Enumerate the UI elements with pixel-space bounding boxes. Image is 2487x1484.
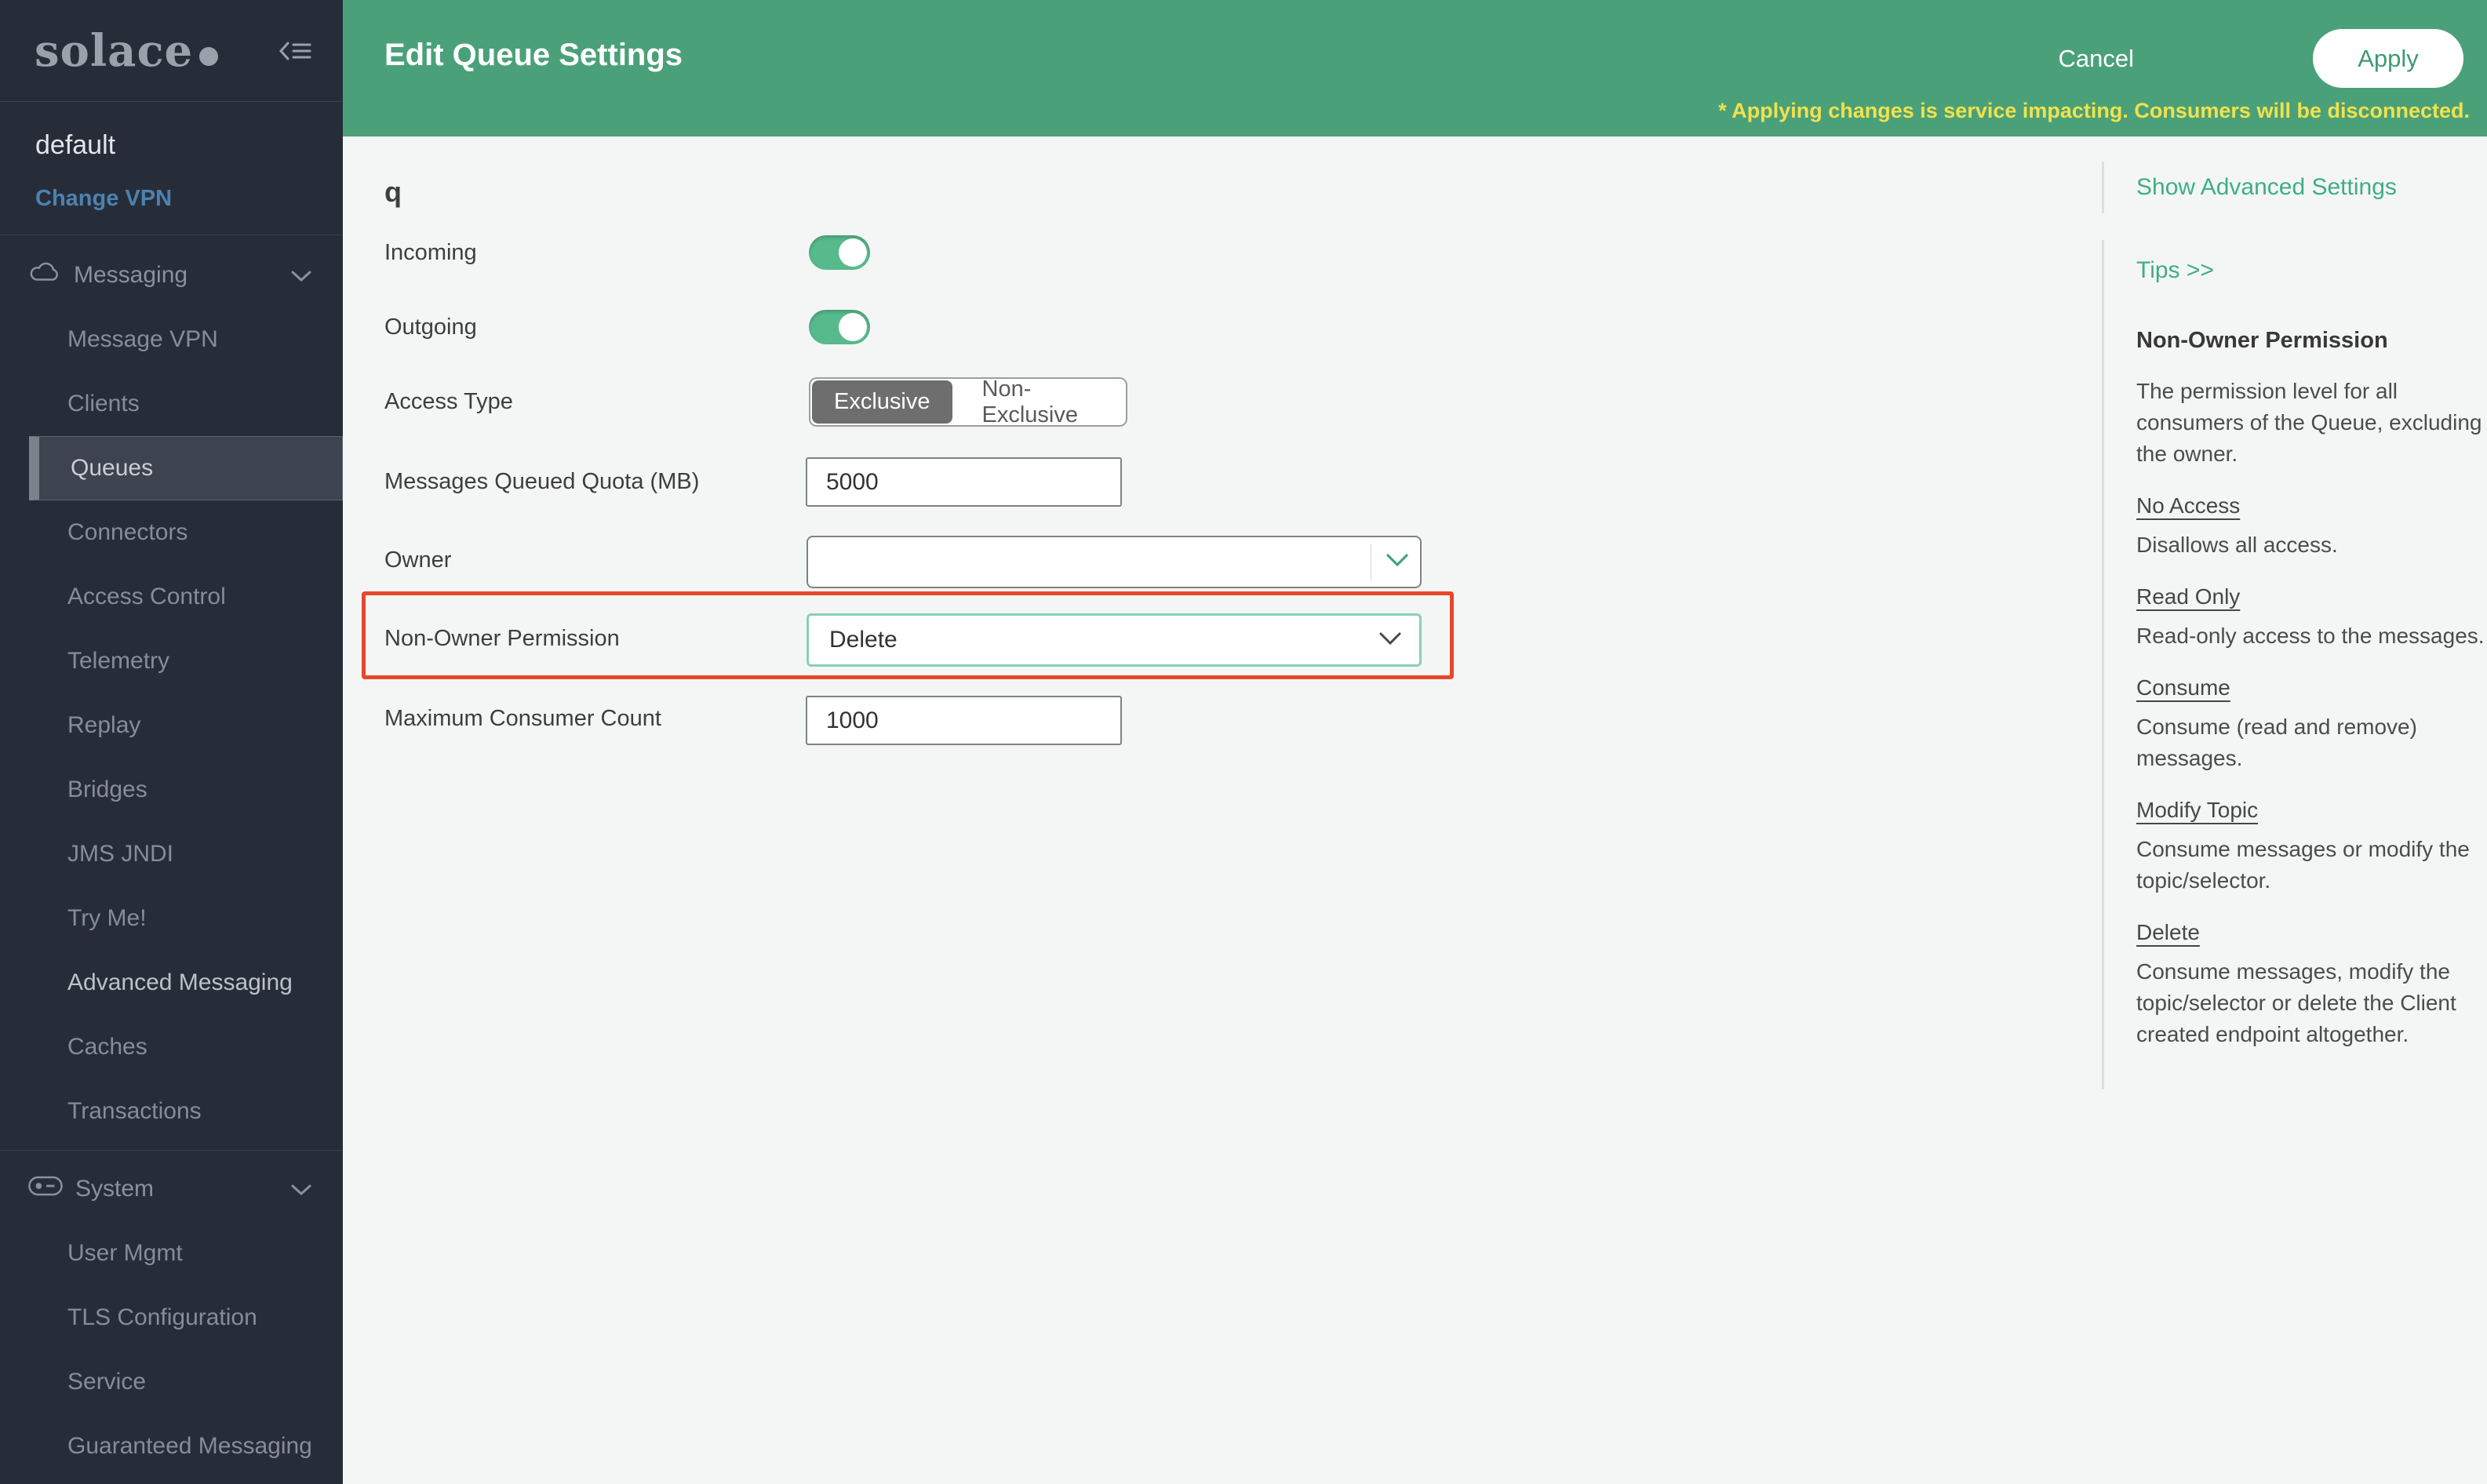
sidebar-item-caches[interactable]: Caches (0, 1015, 343, 1079)
vpn-block: default Change VPN (0, 102, 343, 235)
permission-label: Non-Owner Permission (384, 623, 620, 654)
outgoing-label: Outgoing (384, 311, 477, 343)
quota-input[interactable] (806, 457, 1122, 507)
chevron-down-icon (291, 262, 311, 289)
tips-heading: Non-Owner Permission (2136, 328, 2479, 354)
tip-definition: Consume (read and remove) messages. (2136, 711, 2487, 774)
access-type-control: Exclusive Non-Exclusive (809, 377, 1127, 427)
access-type-label: Access Type (384, 386, 513, 417)
incoming-label: Incoming (384, 237, 477, 268)
advanced-settings-block: Show Advanced Settings (2102, 162, 2487, 213)
solace-logo: solace (35, 25, 218, 77)
sidebar-item-user-mgmt[interactable]: User Mgmt (0, 1221, 343, 1286)
tip-term-no-access: No Access (2136, 493, 2479, 518)
permission-dropdown[interactable]: Delete (807, 613, 1422, 667)
tip-definition: Disallows all access. (2136, 529, 2487, 561)
tips-description: The permission level for all consumers o… (2136, 376, 2487, 470)
chevron-down-icon (1386, 552, 1409, 572)
sidebar-item-jms-jndi[interactable]: JMS JNDI (0, 822, 343, 886)
outgoing-toggle[interactable] (809, 310, 870, 344)
sidebar-item-clients[interactable]: Clients (0, 372, 343, 436)
incoming-toggle[interactable] (809, 235, 870, 270)
system-icon (28, 1176, 63, 1202)
tips-link[interactable]: Tips >> (2136, 257, 2479, 284)
sidebar: solace default Change VPN (0, 0, 343, 1484)
tips-panel: Show Advanced Settings Tips >> Non-Owner… (2102, 136, 2487, 1089)
logo-row: solace (0, 0, 343, 102)
chevron-down-icon (291, 1176, 311, 1202)
access-type-exclusive-button[interactable]: Exclusive (812, 380, 952, 424)
chevron-down-icon (1378, 631, 1402, 650)
max-consumer-label: Maximum Consumer Count (384, 703, 661, 734)
sidebar-section-system[interactable]: System (0, 1157, 343, 1221)
tip-definition: Consume messages, modify the topic/selec… (2136, 956, 2487, 1050)
show-advanced-settings-link[interactable]: Show Advanced Settings (2136, 174, 2397, 200)
tip-term-read-only: Read Only (2136, 584, 2479, 609)
cancel-button[interactable]: Cancel (2035, 30, 2158, 88)
logo-text: solace (35, 25, 193, 77)
tip-term-delete: Delete (2136, 920, 2479, 945)
tip-term-modify-topic: Modify Topic (2136, 798, 2479, 823)
toggle-knob (839, 313, 867, 341)
tip-definition: Read-only access to the messages. (2136, 620, 2487, 652)
sidebar-item-connectors[interactable]: Connectors (0, 500, 343, 565)
sidebar-section-label: Messaging (74, 262, 291, 289)
sidebar-item-bridges[interactable]: Bridges (0, 758, 343, 822)
sidebar-item-transactions[interactable]: Transactions (0, 1079, 343, 1144)
sidebar-item-guaranteed-messaging[interactable]: Guaranteed Messaging (0, 1414, 343, 1479)
apply-button[interactable]: Apply (2313, 29, 2463, 88)
sidebar-item-replay[interactable]: Replay (0, 693, 343, 758)
service-impact-warning: * Applying changes is service impacting.… (1718, 99, 2470, 123)
sidebar-item-message-vpn[interactable]: Message VPN (0, 307, 343, 372)
tip-term-consume: Consume (2136, 675, 2479, 700)
tip-definition: Consume messages or modify the topic/sel… (2136, 834, 2487, 897)
cloud-icon (28, 260, 61, 290)
edit-queue-form: q Incoming Outgoing Access Type Exclusiv… (343, 136, 2487, 1484)
vpn-name: default (35, 130, 343, 161)
owner-label: Owner (384, 544, 451, 576)
max-consumer-input[interactable] (806, 696, 1122, 745)
sidebar-item-try-me[interactable]: Try Me! (0, 886, 343, 951)
logo-dot (199, 47, 218, 66)
page-title: Edit Queue Settings (384, 38, 683, 73)
quota-label: Messages Queued Quota (MB) (384, 466, 699, 497)
sidebar-item-service[interactable]: Service (0, 1350, 343, 1414)
sidebar-item-queues[interactable]: Queues (29, 436, 343, 500)
change-vpn-link[interactable]: Change VPN (35, 186, 343, 212)
sidebar-item-advanced-messaging[interactable]: Advanced Messaging (0, 951, 343, 1015)
owner-dropdown[interactable] (807, 536, 1422, 588)
queue-name: q (384, 176, 402, 209)
permission-value: Delete (809, 627, 898, 653)
access-type-non-exclusive-button[interactable]: Non-Exclusive (954, 379, 1127, 425)
sidebar-divider (0, 1150, 343, 1157)
sidebar-section-label: System (75, 1176, 291, 1202)
sidebar-collapse-icon[interactable] (279, 39, 311, 63)
sidebar-nav: Messaging Message VPN Clients Queues Con… (0, 235, 343, 1479)
sidebar-item-telemetry[interactable]: Telemetry (0, 629, 343, 693)
sidebar-section-messaging[interactable]: Messaging (0, 243, 343, 307)
page-header: Edit Queue Settings Cancel Apply * Apply… (343, 0, 2487, 136)
page: solace default Change VPN (0, 0, 2487, 1484)
sidebar-item-tls-configuration[interactable]: TLS Configuration (0, 1286, 343, 1350)
toggle-knob (839, 238, 867, 267)
sidebar-item-access-control[interactable]: Access Control (0, 565, 343, 629)
tips-block: Tips >> Non-Owner Permission The permiss… (2102, 240, 2487, 1089)
